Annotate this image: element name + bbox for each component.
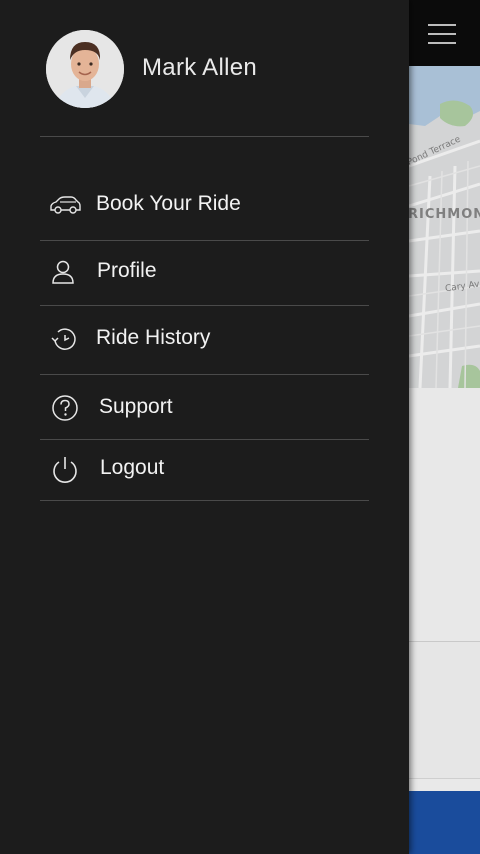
- menu-item-support[interactable]: Support: [40, 383, 369, 433]
- person-icon: [52, 260, 74, 284]
- power-icon: [53, 457, 77, 483]
- menu-item-label: Support: [99, 395, 173, 418]
- avatar[interactable]: [46, 30, 124, 108]
- menu-item-label: Profile: [97, 259, 157, 282]
- menu-item-label: Logout: [100, 456, 165, 479]
- divider: [40, 374, 369, 375]
- menu-item-book-your-ride[interactable]: Book Your Ride: [40, 180, 369, 230]
- navigation-drawer: Mark Allen Book Your Ride Profile Ride H…: [0, 0, 409, 854]
- divider: [40, 305, 369, 306]
- divider: [40, 240, 369, 241]
- car-icon: [50, 196, 81, 214]
- hamburger-menu-icon[interactable]: [428, 22, 456, 46]
- divider: [40, 136, 369, 137]
- menu-item-label: Book Your Ride: [96, 192, 241, 215]
- menu-item-profile[interactable]: Profile: [40, 247, 369, 297]
- user-name: Mark Allen: [142, 54, 258, 81]
- history-icon: [51, 328, 76, 350]
- menu-item-ride-history[interactable]: Ride History: [40, 314, 369, 364]
- help-circle-icon: [52, 395, 78, 421]
- menu-item-label: Ride History: [96, 326, 211, 349]
- avatar-image: [46, 30, 124, 108]
- divider: [40, 439, 369, 440]
- menu-item-logout[interactable]: Logout: [40, 444, 369, 494]
- map-neighborhood-label: RICHMON: [408, 207, 480, 222]
- divider: [40, 500, 369, 501]
